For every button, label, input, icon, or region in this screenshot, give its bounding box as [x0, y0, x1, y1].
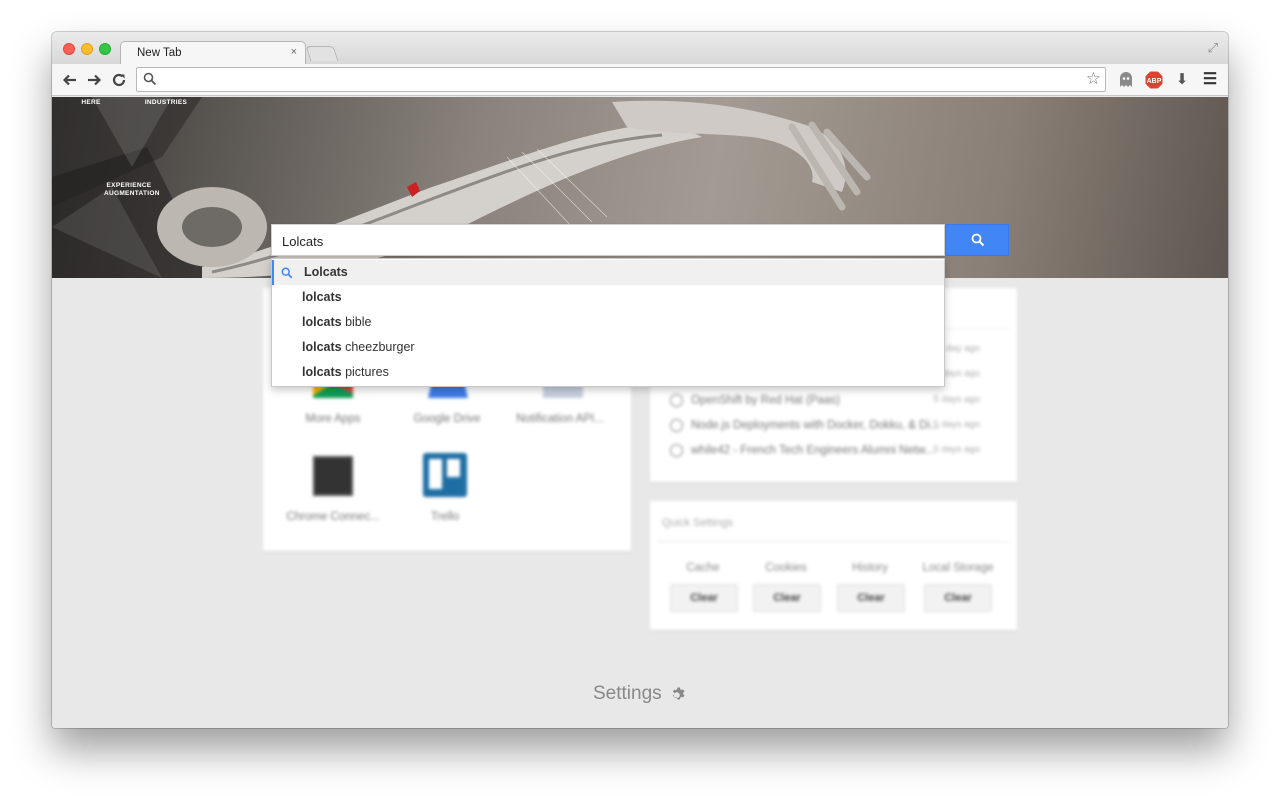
suggestion-item[interactable]: lolcats bible — [272, 310, 944, 335]
app-label-chrome-connect[interactable]: Chrome Connec... — [283, 511, 383, 523]
minimize-window-button[interactable] — [81, 43, 93, 55]
quick-settings-title: Quick Settings — [662, 517, 733, 529]
download-icon[interactable]: ⬇ — [1171, 69, 1193, 91]
search-icon — [971, 233, 985, 247]
search-input[interactable] — [282, 233, 922, 249]
app-label-google-drive[interactable]: Google Drive — [397, 413, 497, 425]
tab-close-icon[interactable]: × — [291, 46, 297, 58]
cookies-label: Cookies — [765, 562, 807, 574]
chrome-connect-app-icon[interactable] — [313, 456, 353, 496]
suggestion-item[interactable]: lolcats — [272, 285, 944, 310]
svg-text:ABP: ABP — [1147, 78, 1162, 85]
reload-icon — [112, 73, 126, 87]
app-label-more-apps[interactable]: More Apps — [283, 413, 383, 425]
history-item[interactable]: while42 - French Tech Engineers Alumni N… — [670, 444, 1000, 464]
clear-local-storage-button[interactable]: Clear — [924, 584, 992, 612]
cache-label: Cache — [686, 562, 720, 574]
hero-label-experience: EXPERIENCE AUGMENTATION — [104, 182, 160, 197]
tab-new-tab[interactable]: New Tab × — [120, 41, 306, 65]
back-arrow-icon — [62, 74, 76, 86]
new-tab-button[interactable] — [305, 46, 339, 61]
search-icon — [281, 267, 293, 279]
history-label: History — [852, 562, 888, 574]
gear-icon[interactable] — [670, 685, 687, 702]
clear-history-button[interactable]: Clear — [837, 584, 905, 612]
ghostery-extension-icon[interactable] — [1115, 69, 1137, 91]
clear-cookies-button[interactable]: Clear — [753, 584, 821, 612]
quick-settings-card: Quick Settings Cache Cookies History Loc… — [650, 501, 1017, 630]
suggestion-item[interactable]: lolcats cheezburger — [272, 335, 944, 360]
suggestion-item[interactable]: Lolcats — [272, 260, 944, 285]
search-box[interactable] — [271, 224, 945, 256]
hero-label-here: HERE — [81, 99, 101, 106]
new-tab-page: HERE INDUSTRIES EXPERIENCE AUGMENTATION … — [52, 97, 1228, 728]
history-item[interactable]: OpenShift by Red Hat (Paas) 5 days ago — [670, 394, 1000, 414]
browser-toolbar: ☆ ABP ⬇ ☰ — [52, 64, 1228, 96]
clear-cache-button[interactable]: Clear — [670, 584, 738, 612]
browser-window: New Tab × ⤢ ☆ ABP ⬇ ☰ HERE INDUSTRIES EX… — [52, 32, 1228, 728]
forward-arrow-icon — [88, 74, 102, 86]
suggestion-item[interactable]: lolcats pictures — [272, 360, 944, 385]
search-icon — [143, 72, 157, 86]
address-bar[interactable]: ☆ — [136, 67, 1106, 92]
autocomplete-dropdown: Lolcats lolcats lolcats bible lolcats ch… — [271, 258, 945, 387]
close-window-button[interactable] — [63, 43, 75, 55]
reload-button[interactable] — [109, 70, 129, 90]
fullscreen-icon[interactable]: ⤢ — [1208, 40, 1218, 56]
settings-link[interactable]: Settings — [593, 683, 662, 705]
bookmark-star-icon[interactable]: ☆ — [1086, 69, 1101, 89]
trello-app-icon[interactable] — [423, 453, 467, 497]
tab-title: New Tab — [137, 47, 182, 59]
menu-icon[interactable]: ☰ — [1199, 69, 1221, 91]
local-storage-label: Local Storage — [922, 562, 994, 574]
zoom-window-button[interactable] — [99, 43, 111, 55]
address-input[interactable] — [161, 71, 1061, 89]
forward-button[interactable] — [84, 70, 104, 90]
history-item[interactable]: Node.js Deployments with Docker, Dokku, … — [670, 419, 1000, 439]
title-bar: New Tab × ⤢ — [52, 32, 1228, 65]
search-button[interactable] — [945, 224, 1009, 256]
hero-label-industries: INDUSTRIES — [144, 99, 188, 106]
back-button[interactable] — [60, 70, 80, 90]
app-label-notification-api[interactable]: Notification API... — [510, 413, 610, 425]
app-label-trello[interactable]: Trello — [395, 511, 495, 523]
adblock-plus-icon[interactable]: ABP — [1143, 69, 1165, 91]
